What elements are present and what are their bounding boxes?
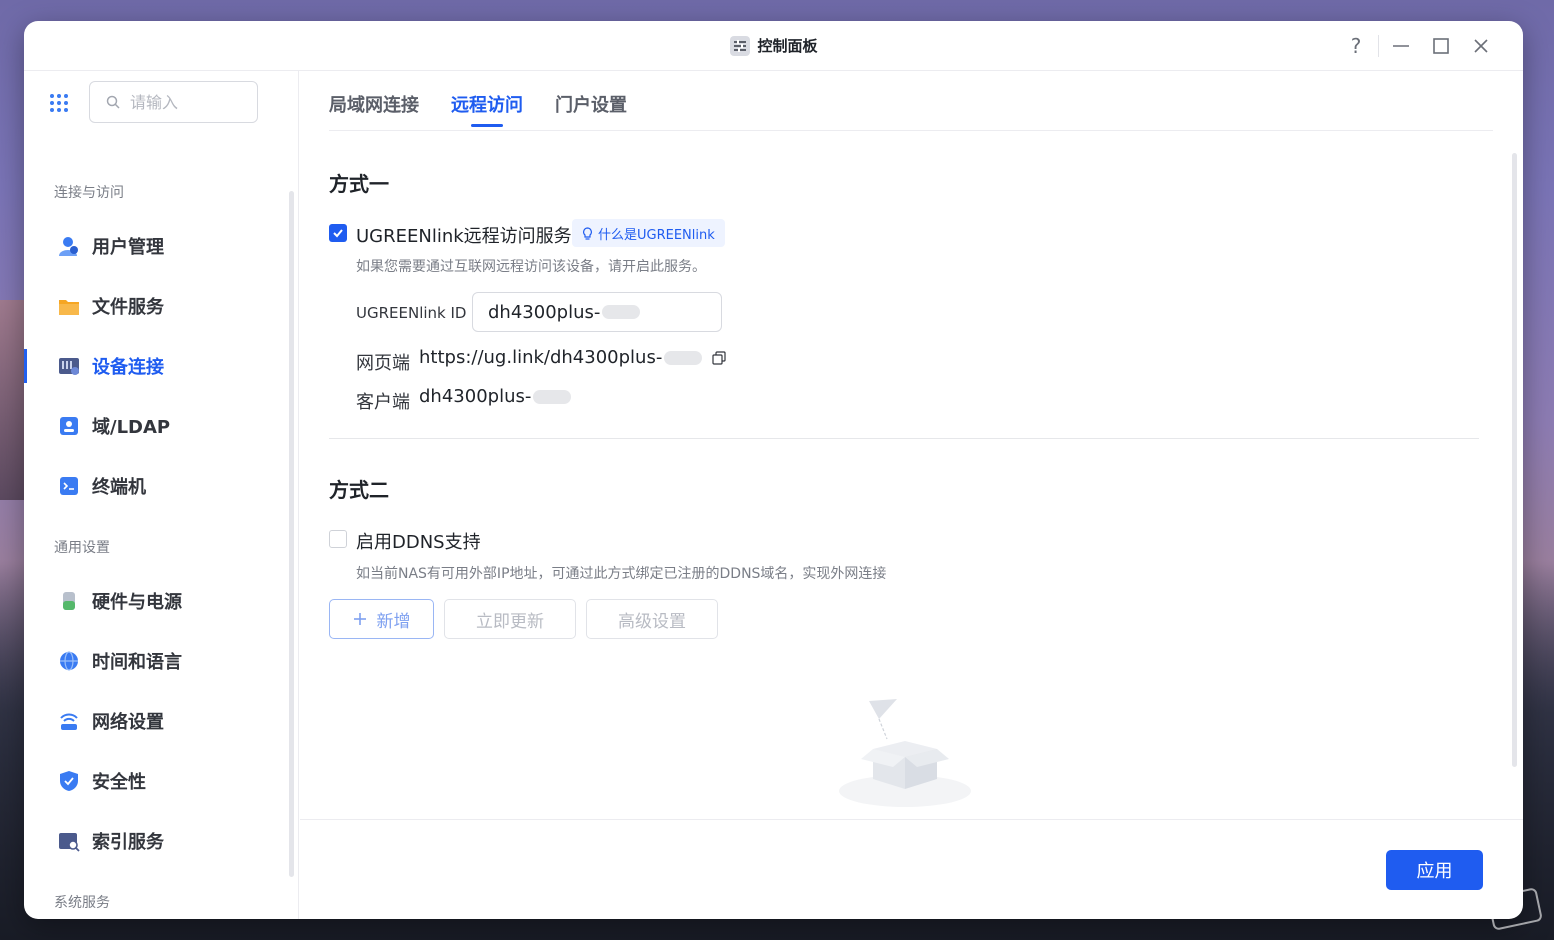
redacted-blur [602, 305, 641, 319]
tab-remote-access[interactable]: 远程访问 [451, 71, 523, 131]
help-icon[interactable]: ? [1336, 33, 1376, 59]
sidebar-item-label: 文件服务 [92, 297, 164, 318]
shield-icon [58, 770, 80, 792]
empty-state-illustration [835, 699, 975, 809]
sidebar-item-device-connection[interactable]: 设备连接 [24, 341, 288, 391]
sidebar-search[interactable] [89, 81, 258, 123]
index-service-icon [58, 830, 80, 852]
tab-bar: 局域网连接 远程访问 门户设置 [329, 71, 1493, 131]
add-button[interactable]: 新增 [329, 599, 434, 639]
sidebar-item-label: 网络设置 [92, 712, 164, 733]
device-connection-icon [58, 355, 80, 377]
ugreenlink-checkbox[interactable] [329, 224, 347, 242]
what-is-ugreenlink-link[interactable]: 什么是UGREENlink [572, 219, 725, 247]
ddns-checkbox[interactable] [329, 530, 347, 548]
sidebar-item-terminal[interactable]: 终端机 [24, 461, 288, 511]
ugreenlink-id-field[interactable]: dh4300plus- [472, 292, 722, 332]
footer-bar: 应用 [300, 819, 1523, 919]
sidebar-item-label: 硬件与电源 [92, 592, 182, 613]
tab-lan-connection[interactable]: 局域网连接 [329, 71, 419, 131]
maximize-icon[interactable] [1421, 33, 1461, 59]
web-url-text: https://ug.link/dh4300plus- [419, 347, 663, 368]
apply-button[interactable]: 应用 [1386, 850, 1483, 890]
sidebar-item-label: 安全性 [92, 772, 146, 793]
plus-icon [353, 613, 366, 625]
copy-icon[interactable] [712, 350, 726, 365]
advanced-settings-button[interactable]: 高级设置 [586, 599, 718, 639]
sidebar-item-file-service[interactable]: 文件服务 [24, 281, 288, 331]
ugreenlink-id-value: dh4300plus- [488, 301, 601, 323]
client-label: 客户端 [356, 392, 410, 413]
sidebar-item-time-language[interactable]: 时间和语言 [24, 636, 288, 686]
redacted-blur [533, 389, 572, 404]
hardware-power-icon [58, 590, 80, 612]
section-label-system: 系统服务 [54, 895, 110, 911]
ugreenlink-checkbox-label[interactable]: UGREENlink远程访问服务 [356, 222, 572, 248]
domain-ldap-icon [58, 415, 80, 437]
add-button-label: 新增 [376, 611, 411, 632]
network-icon [58, 710, 80, 732]
sidebar-item-label: 时间和语言 [92, 652, 182, 673]
web-url[interactable]: https://ug.link/dh4300plus- [419, 347, 726, 368]
ugreenlink-id-label: UGREENlink ID [356, 304, 467, 322]
search-input[interactable] [130, 92, 250, 112]
sidebar-item-label: 索引服务 [92, 832, 164, 853]
window-controls-divider [1378, 35, 1379, 57]
control-panel-icon [729, 35, 750, 56]
sidebar-item-label: 域/LDAP [92, 417, 171, 438]
sidebar-item-label: 终端机 [92, 477, 146, 498]
what-is-ugreenlink-label: 什么是UGREENlink [598, 227, 715, 243]
window-controls: ? [1336, 33, 1501, 59]
globe-icon [58, 650, 80, 672]
user-management-icon [58, 235, 80, 257]
apps-grid-icon[interactable] [49, 93, 69, 113]
redacted-blur [664, 350, 703, 365]
section-divider [329, 438, 1479, 439]
sidebar-item-security[interactable]: 安全性 [24, 756, 288, 806]
sidebar-item-hardware-power[interactable]: 硬件与电源 [24, 576, 288, 626]
method1-heading: 方式一 [329, 172, 389, 196]
title-bar: 控制面板 ? [24, 21, 1523, 71]
window-title: 控制面板 [757, 37, 818, 55]
sidebar-item-user-management[interactable]: 用户管理 [24, 221, 288, 271]
section-label-general: 通用设置 [54, 540, 110, 556]
main-content: 局域网连接 远程访问 门户设置 方式一 UGREENlink远程访问服务 什么是… [300, 71, 1523, 919]
client-value: dh4300plus- [419, 386, 572, 407]
lightbulb-icon [583, 226, 592, 240]
method1-description: 如果您需要通过互联网远程访问该设备，请开启此服务。 [356, 259, 706, 275]
section-label-connection: 连接与访问 [54, 185, 124, 201]
title-wrap: 控制面板 [729, 35, 818, 56]
client-value-text: dh4300plus- [419, 386, 532, 407]
web-label: 网页端 [356, 353, 410, 374]
checkmark-icon [333, 229, 343, 238]
sidebar-item-label: 设备连接 [92, 357, 164, 378]
control-panel-window: 控制面板 ? 连接与访问 [24, 21, 1523, 919]
method2-description: 如当前NAS有可用外部IP地址，可通过此方式绑定已注册的DDNS域名，实现外网连… [356, 566, 887, 582]
minimize-icon[interactable] [1381, 33, 1421, 59]
sidebar-item-label: 用户管理 [92, 237, 164, 258]
sidebar-item-domain-ldap[interactable]: 域/LDAP [24, 401, 288, 451]
tab-portal-settings[interactable]: 门户设置 [555, 71, 627, 131]
ddns-checkbox-label[interactable]: 启用DDNS支持 [356, 528, 481, 554]
folder-icon [58, 295, 80, 317]
terminal-icon [58, 475, 80, 497]
sidebar-scrollbar[interactable] [289, 191, 294, 877]
sidebar-item-network[interactable]: 网络设置 [24, 696, 288, 746]
main-scrollbar[interactable] [1512, 153, 1517, 767]
update-now-button[interactable]: 立即更新 [444, 599, 576, 639]
method2-heading: 方式二 [329, 478, 389, 502]
sidebar: 连接与访问 用户管理 文件服务 设备连接 域/LDAP [24, 71, 299, 919]
sidebar-item-index-service[interactable]: 索引服务 [24, 816, 288, 866]
search-icon [106, 95, 120, 109]
close-icon[interactable] [1461, 33, 1501, 59]
